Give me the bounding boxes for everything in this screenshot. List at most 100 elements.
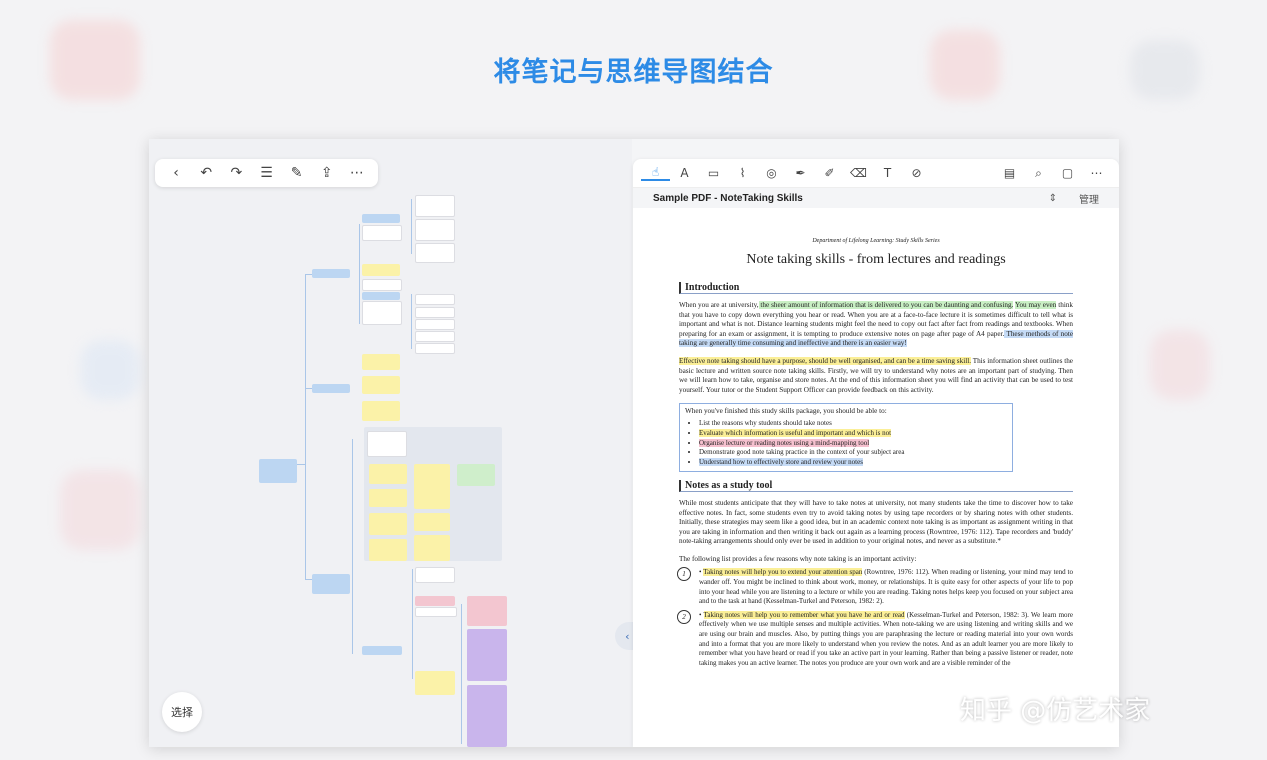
document-icon[interactable]: ▤ <box>995 166 1024 180</box>
more-icon[interactable]: ⋯ <box>1082 166 1111 180</box>
mindmap-leaf-node[interactable] <box>362 354 400 370</box>
bookmark-icon[interactable]: ▢ <box>1053 166 1082 180</box>
reason-item: 2 • Taking notes will help you to rememb… <box>677 609 1073 669</box>
handwritten-number[interactable]: 2 <box>677 609 691 624</box>
watermark-text: 知乎 @仿艺术家 <box>960 696 1151 726</box>
pdf-section-heading: Introduction <box>679 282 1073 294</box>
green-highlight[interactable]: You may even <box>1014 301 1057 309</box>
mindmap-leaf-node[interactable] <box>362 264 400 276</box>
mindmap-leaf-node[interactable] <box>415 331 455 342</box>
mindmap-branch-node[interactable] <box>362 214 400 223</box>
objective-item: Evaluate which information is useful and… <box>699 428 1007 439</box>
handwritten-number[interactable]: 1 <box>677 567 691 582</box>
mindmap-leaf-node[interactable] <box>362 301 402 325</box>
lasso-icon[interactable]: ◎ <box>757 166 786 180</box>
mindmap-leaf-node[interactable] <box>415 243 455 263</box>
pen-icon[interactable]: ✒ <box>786 166 815 180</box>
mindmap-leaf-node[interactable] <box>467 685 507 747</box>
mindmap-leaf-node[interactable] <box>467 629 507 681</box>
mindmap-connector <box>411 294 412 349</box>
mindmap-leaf-node[interactable] <box>369 513 407 535</box>
mindmap-branch-node[interactable] <box>312 384 350 393</box>
mindmap-leaf-node[interactable] <box>415 219 455 241</box>
search-icon[interactable]: ⌕ <box>1024 166 1053 181</box>
mindmap-leaf-node[interactable] <box>362 279 402 291</box>
mindmap-pane[interactable]: ‹ ↶ ↷ ☰ ✎ ⇪ ⋯ 选择 ‹ <box>149 139 651 747</box>
green-highlight[interactable]: the sheer amount of information that is … <box>758 301 1014 309</box>
learning-objectives-box[interactable]: When you've finished this study skills p… <box>679 403 1013 472</box>
app-window: ‹ ↶ ↷ ☰ ✎ ⇪ ⋯ 选择 ‹ ☝ A ▭ ⌇ ◎ ✒ ✐ ⌫ T ⊘ ▤… <box>149 139 1119 747</box>
shape-icon[interactable]: ⌇ <box>728 166 757 180</box>
text-highlight-icon[interactable]: A <box>670 166 699 180</box>
sort-icon[interactable]: ⇕ <box>1049 193 1057 204</box>
pdf-paragraph: When you are at university, the sheer am… <box>679 301 1074 348</box>
mindmap-leaf-node[interactable] <box>414 513 450 531</box>
reason-item: 1 • Taking notes will help you to extend… <box>677 567 1073 606</box>
mindmap-leaf-node[interactable] <box>467 596 507 626</box>
objective-item: List the reasons why students should tak… <box>699 419 1007 429</box>
mindmap-leaf-node[interactable] <box>415 596 455 606</box>
edit-icon[interactable]: ✎ <box>286 165 308 181</box>
mindmap-connector <box>297 464 306 465</box>
mindmap-connector <box>352 439 353 654</box>
mindmap-leaf-node[interactable] <box>369 464 407 484</box>
more-icon[interactable]: ⋯ <box>346 165 368 181</box>
background-decoration <box>80 340 140 400</box>
objective-item: Demonstrate good note taking practice in… <box>699 448 1007 458</box>
mindmap-leaf-node[interactable] <box>362 225 402 241</box>
mindmap-leaf-node[interactable] <box>367 431 407 457</box>
outline-list-icon[interactable]: ☰ <box>255 165 277 181</box>
mindmap-leaf-node[interactable] <box>415 607 457 617</box>
pdf-paragraph: The following list provides a few reason… <box>679 554 917 563</box>
marker-icon[interactable]: ✐ <box>815 166 844 180</box>
mindmap-branch-node[interactable] <box>362 646 402 655</box>
mindmap-connector <box>305 274 306 579</box>
clear-icon[interactable]: ⊘ <box>902 166 931 180</box>
select-button[interactable]: 选择 <box>162 692 202 732</box>
pdf-paragraph: Effective note taking should have a purp… <box>679 356 1074 394</box>
pdf-paragraph: While most students anticipate that they… <box>679 498 1073 546</box>
back-icon[interactable]: ‹ <box>165 165 187 181</box>
mindmap-leaf-node[interactable] <box>414 535 450 561</box>
mindmap-root-node[interactable] <box>259 459 297 483</box>
mindmap-leaf-node[interactable] <box>415 567 455 583</box>
mindmap-leaf-node[interactable] <box>415 195 455 217</box>
undo-icon[interactable]: ↶ <box>195 165 217 181</box>
mindmap-connector <box>411 199 412 254</box>
mindmap-leaf-node[interactable] <box>415 307 455 318</box>
hand-icon[interactable]: ☝ <box>641 165 670 181</box>
yellow-highlight[interactable]: Taking notes will help you to remember w… <box>703 610 905 619</box>
mindmap-connector <box>359 224 360 324</box>
pdf-tab-bar: Sample PDF - NoteTaking Skills ⇕ 管理 <box>633 188 1119 208</box>
textbox-icon[interactable]: T <box>873 166 902 180</box>
pdf-viewer-pane: ☝ A ▭ ⌇ ◎ ✒ ✐ ⌫ T ⊘ ▤ ⌕ ▢ ⋯ Sample PDF - NoteTaking S… <box>633 159 1119 747</box>
mindmap-branch-node[interactable] <box>362 292 400 300</box>
mindmap-leaf-node[interactable] <box>362 401 400 421</box>
share-icon[interactable]: ⇪ <box>316 165 338 181</box>
mindmap-leaf-node[interactable] <box>369 489 407 507</box>
mindmap-leaf-node[interactable] <box>415 343 455 354</box>
mindmap-branch-node[interactable] <box>312 269 350 278</box>
mindmap-leaf-node[interactable] <box>362 376 400 394</box>
yellow-highlight[interactable]: Taking notes will help you to extend you… <box>703 568 863 577</box>
manage-button[interactable]: 管理 <box>1079 191 1099 206</box>
mindmap-branch-node[interactable] <box>312 574 350 594</box>
mindmap-leaf-node[interactable] <box>369 539 407 561</box>
mindmap-leaf-node[interactable] <box>457 464 495 486</box>
pdf-department-line: Department of Lifelong Learning: Study S… <box>812 238 940 244</box>
mindmap-leaf-node[interactable] <box>415 319 455 330</box>
objectives-intro: When you've finished this study skills p… <box>685 407 887 416</box>
mindmap-leaf-node[interactable] <box>415 294 455 305</box>
redo-icon[interactable]: ↷ <box>225 165 247 181</box>
objective-item: Understand how to effectively store and … <box>699 458 1007 468</box>
pdf-page[interactable]: Department of Lifelong Learning: Study S… <box>633 238 1119 668</box>
yellow-highlight[interactable]: Effective note taking should have a purp… <box>679 356 971 365</box>
mindmap-leaf-node[interactable] <box>414 464 450 509</box>
objective-item: Organise lecture or reading notes using … <box>699 438 1007 449</box>
mindmap-leaf-node[interactable] <box>415 671 455 695</box>
pdf-tab-title[interactable]: Sample PDF - NoteTaking Skills <box>653 193 1049 204</box>
eraser-icon[interactable]: ⌫ <box>844 166 873 180</box>
objectives-list: List the reasons why students should tak… <box>699 419 1007 468</box>
pdf-section-heading: Notes as a study tool <box>679 479 1073 492</box>
rectangle-select-icon[interactable]: ▭ <box>699 166 728 180</box>
